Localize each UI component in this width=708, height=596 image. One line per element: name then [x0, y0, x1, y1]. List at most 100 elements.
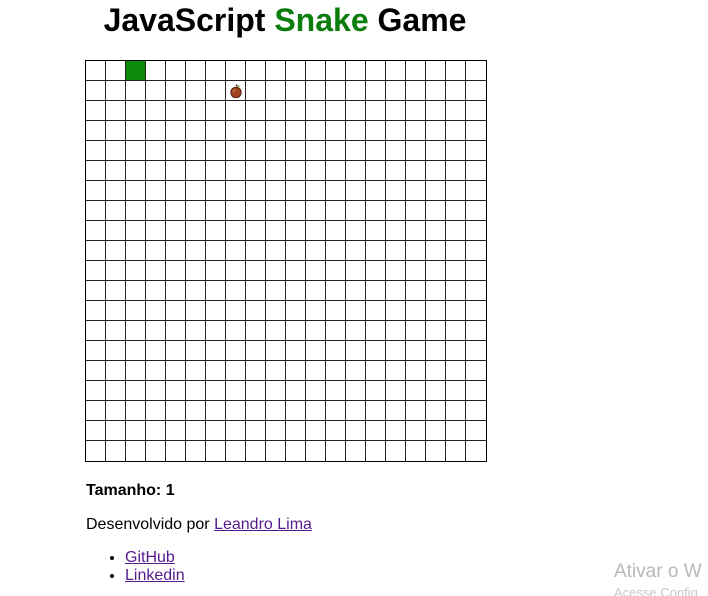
board-cell [86, 201, 106, 221]
board-cell [426, 241, 446, 261]
board-cell [146, 261, 166, 281]
board-cell [286, 101, 306, 121]
board-cell [186, 241, 206, 261]
board-cell [286, 381, 306, 401]
board-cell [326, 441, 346, 461]
board-cell [106, 81, 126, 101]
board-cell [366, 301, 386, 321]
board-cell [406, 421, 426, 441]
board-cell [266, 361, 286, 381]
board-cell [86, 301, 106, 321]
title-part-snake: Snake [274, 2, 369, 38]
board-cell [146, 221, 166, 241]
board-cell [326, 161, 346, 181]
board-cell [286, 361, 306, 381]
board-cell [406, 81, 426, 101]
board-cell [406, 301, 426, 321]
credit-text: Desenvolvido por Leandro Lima [86, 516, 312, 534]
board-cell [286, 401, 306, 421]
board-cell [246, 361, 266, 381]
game-board[interactable] [85, 60, 487, 462]
board-cell [106, 441, 126, 461]
list-item: GitHub [125, 549, 185, 567]
board-cell [366, 221, 386, 241]
board-cell [386, 361, 406, 381]
board-cell [146, 341, 166, 361]
board-cell [446, 81, 466, 101]
board-cell [106, 341, 126, 361]
board-cell [446, 421, 466, 441]
board-cell [306, 181, 326, 201]
board-cell [146, 81, 166, 101]
board-cell [246, 241, 266, 261]
board-cell [166, 281, 186, 301]
board-cell [366, 401, 386, 421]
board-cell [306, 101, 326, 121]
board-cell [426, 361, 446, 381]
board-cell [166, 61, 186, 81]
board-cell [166, 201, 186, 221]
board-cell [266, 241, 286, 261]
board-cell [106, 121, 126, 141]
board-cell [226, 261, 246, 281]
board-cell [346, 221, 366, 241]
board-cell [266, 121, 286, 141]
board-cell [406, 221, 426, 241]
board-cell [366, 121, 386, 141]
board-cell [366, 441, 386, 461]
board-cell [186, 161, 206, 181]
board-cell [286, 261, 306, 281]
board-cell [386, 421, 406, 441]
board-cell [426, 101, 446, 121]
linkedin-link[interactable]: Linkedin [125, 567, 185, 584]
board-cell [266, 321, 286, 341]
board-cell [86, 441, 106, 461]
board-cell [306, 141, 326, 161]
board-cell [266, 61, 286, 81]
board-cell [286, 61, 306, 81]
board-cell [126, 181, 146, 201]
board-cell [206, 221, 226, 241]
board-cell [346, 61, 366, 81]
board-cell [326, 241, 346, 261]
board-cell [446, 101, 466, 121]
board-cell [86, 81, 106, 101]
board-cell [126, 221, 146, 241]
board-cell [266, 441, 286, 461]
board-cell [426, 281, 446, 301]
board-cell [106, 101, 126, 121]
board-cell [126, 361, 146, 381]
board-cell [126, 261, 146, 281]
board-cell [106, 281, 126, 301]
board-cell [306, 161, 326, 181]
board-cell [126, 421, 146, 441]
board-cell [446, 161, 466, 181]
board-cell [186, 441, 206, 461]
board-cell [306, 281, 326, 301]
board-cell [246, 401, 266, 421]
board-cell [166, 161, 186, 181]
board-cell [186, 121, 206, 141]
board-cell [146, 181, 166, 201]
board-cell [366, 161, 386, 181]
board-cell [246, 201, 266, 221]
author-link[interactable]: Leandro Lima [214, 516, 312, 533]
board-cell [166, 241, 186, 261]
board-cell [206, 121, 226, 141]
board-cell [146, 381, 166, 401]
board-cell [246, 221, 266, 241]
board-cell [286, 181, 306, 201]
github-link[interactable]: GitHub [125, 549, 175, 566]
board-cell [186, 361, 206, 381]
board-cell [226, 321, 246, 341]
board-cell [366, 321, 386, 341]
apple-icon [230, 84, 242, 98]
board-cell [286, 161, 306, 181]
board-cell [466, 81, 486, 101]
board-cell [446, 381, 466, 401]
board-cell [186, 321, 206, 341]
board-cell [306, 61, 326, 81]
board-cell [86, 121, 106, 141]
board-cell [166, 121, 186, 141]
board-cell [466, 261, 486, 281]
